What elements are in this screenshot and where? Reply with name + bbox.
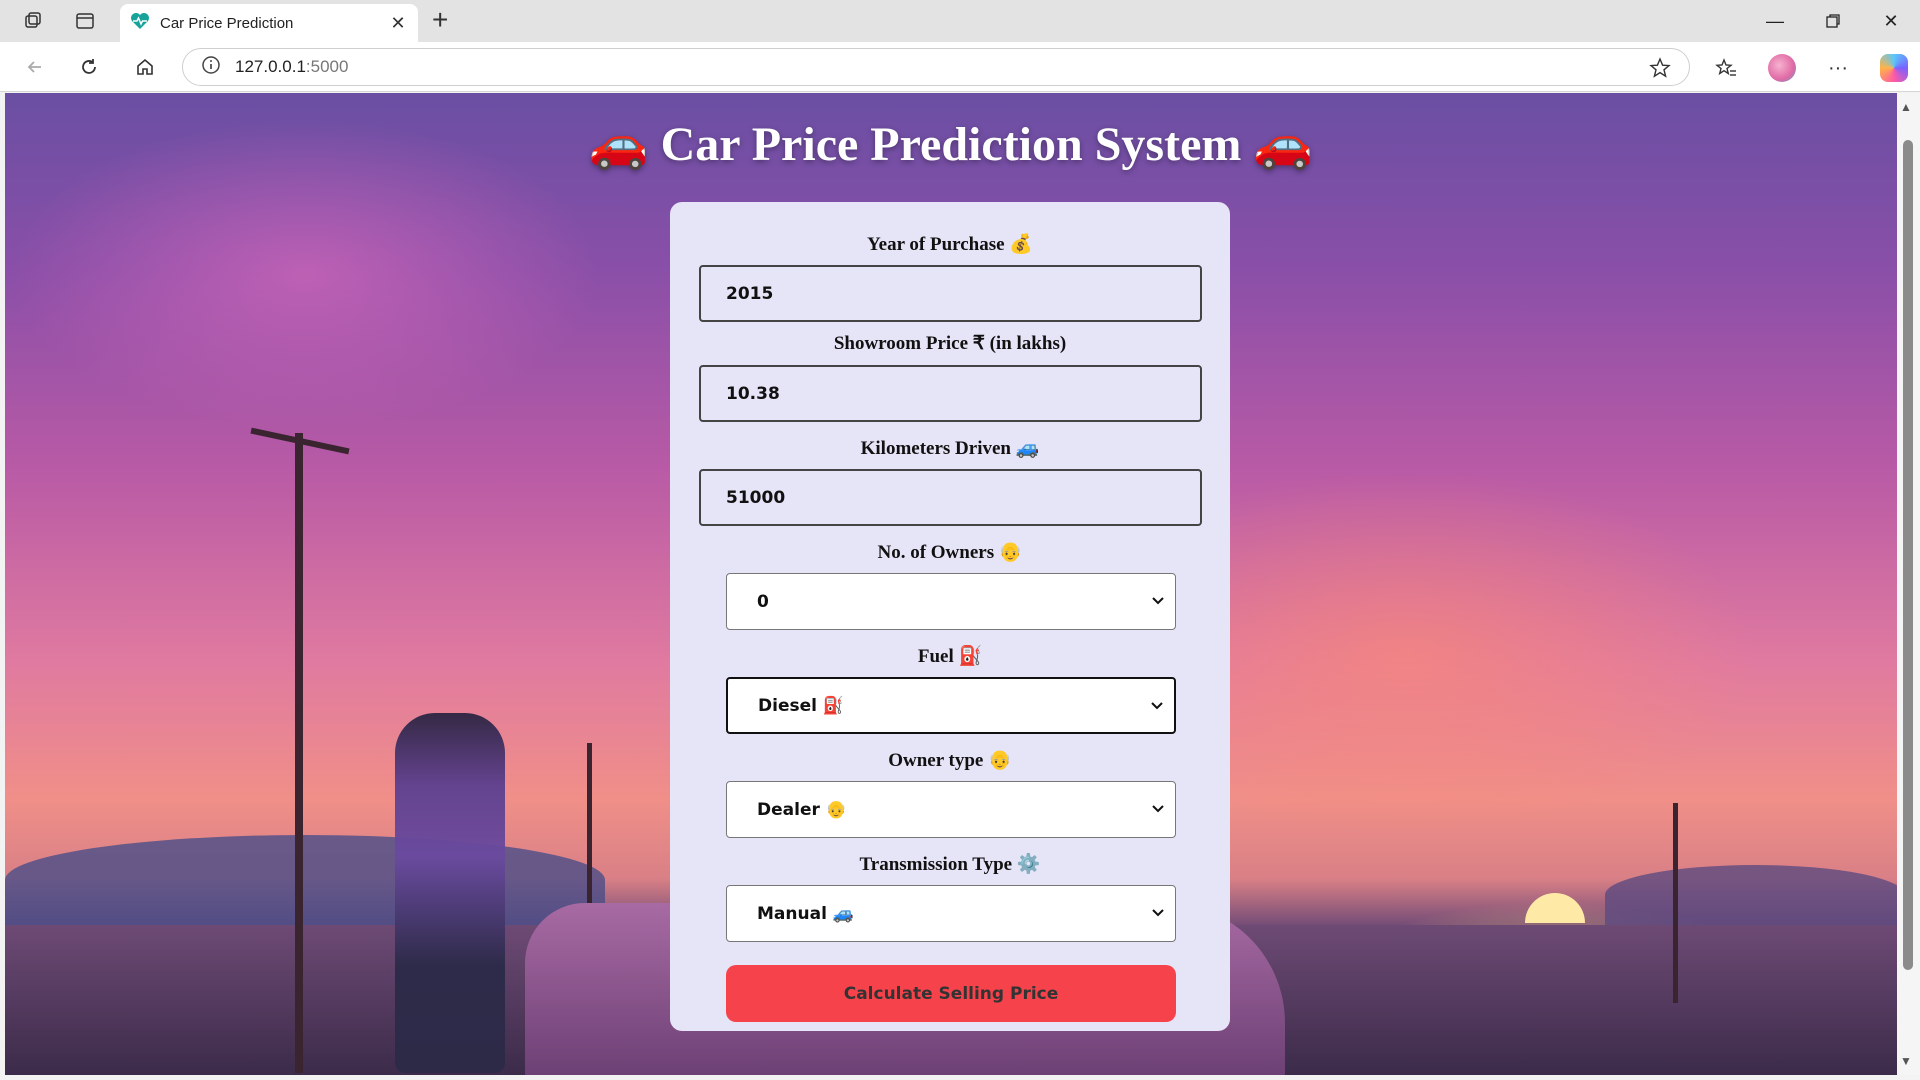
browser-tab-bar: Car Price Prediction ✕ + — ✕: [0, 0, 1920, 42]
utility-pole-right: [1673, 803, 1678, 1003]
tab-title: Car Price Prediction: [160, 14, 294, 32]
refresh-icon[interactable]: [74, 52, 104, 82]
background-figure: [395, 713, 505, 1073]
scrollbar-thumb[interactable]: [1903, 140, 1913, 970]
year-input[interactable]: 2015: [699, 265, 1202, 322]
chevron-down-icon: [1151, 702, 1163, 710]
chevron-down-icon: [1152, 597, 1164, 605]
background-hills: [5, 835, 605, 925]
transmission-label: Transmission Type ⚙️: [859, 854, 1041, 875]
scroll-up-icon[interactable]: ▲: [1900, 100, 1912, 114]
restore-icon[interactable]: [1813, 6, 1853, 36]
favorite-star-icon[interactable]: [1649, 57, 1671, 84]
showroom-price-input[interactable]: 10.38: [699, 365, 1202, 422]
url-bar[interactable]: 127.0.0.1:5000: [182, 48, 1690, 86]
back-icon[interactable]: [20, 52, 50, 82]
more-options-icon[interactable]: ···: [1822, 52, 1854, 84]
favorites-icon[interactable]: [1710, 52, 1742, 84]
page-title: 🚗 Car Price Prediction System 🚗: [588, 118, 1314, 171]
fuel-label: Fuel ⛽: [917, 646, 983, 667]
url-port: :5000: [305, 57, 349, 76]
owners-select[interactable]: 0: [726, 573, 1176, 630]
fuel-select[interactable]: Diesel ⛽: [726, 677, 1176, 734]
transmission-select-value: Manual 🚙: [757, 903, 854, 924]
copilot-icon[interactable]: [1878, 52, 1910, 84]
owner-type-label: Owner type 👴: [888, 750, 1012, 771]
kilometers-input[interactable]: 51000: [699, 469, 1202, 526]
heart-pulse-icon: [130, 12, 150, 35]
prediction-form: Year of Purchase 💰 2015 Showroom Price ₹…: [670, 202, 1230, 1031]
tab-actions-icon[interactable]: [72, 8, 98, 34]
home-icon[interactable]: [130, 52, 160, 82]
background-hills-right: [1605, 865, 1897, 925]
profile-avatar[interactable]: [1766, 52, 1798, 84]
minimize-icon[interactable]: —: [1755, 6, 1795, 36]
page-viewport: 🚗 Car Price Prediction System 🚗 Year of …: [5, 93, 1897, 1075]
url-host: 127.0.0.1: [235, 57, 306, 76]
address-toolbar: 127.0.0.1:5000 ···: [0, 42, 1920, 92]
owners-select-value: 0: [757, 591, 769, 612]
owner-type-select[interactable]: Dealer 👴: [726, 781, 1176, 838]
chevron-down-icon: [1152, 805, 1164, 813]
close-window-icon[interactable]: ✕: [1871, 6, 1911, 36]
scroll-down-icon[interactable]: ▼: [1900, 1054, 1912, 1068]
utility-pole: [295, 433, 303, 1073]
new-tab-icon[interactable]: +: [432, 6, 448, 34]
showroom-price-label: Showroom Price ₹ (in lakhs): [833, 333, 1067, 354]
background-sun: [1525, 893, 1585, 923]
year-label: Year of Purchase 💰: [867, 234, 1033, 255]
site-info-icon[interactable]: [201, 55, 221, 80]
kilometers-label: Kilometers Driven 🚙: [860, 438, 1040, 459]
active-tab[interactable]: Car Price Prediction ✕: [120, 4, 418, 42]
fuel-select-value: Diesel ⛽: [758, 695, 845, 716]
owner-type-select-value: Dealer 👴: [757, 799, 847, 820]
calculate-price-button[interactable]: Calculate Selling Price: [726, 965, 1176, 1022]
owners-label: No. of Owners 👴: [877, 542, 1023, 563]
transmission-select[interactable]: Manual 🚙: [726, 885, 1176, 942]
workspaces-icon[interactable]: [20, 8, 46, 34]
close-tab-icon[interactable]: ✕: [388, 13, 408, 34]
chevron-down-icon: [1152, 909, 1164, 917]
